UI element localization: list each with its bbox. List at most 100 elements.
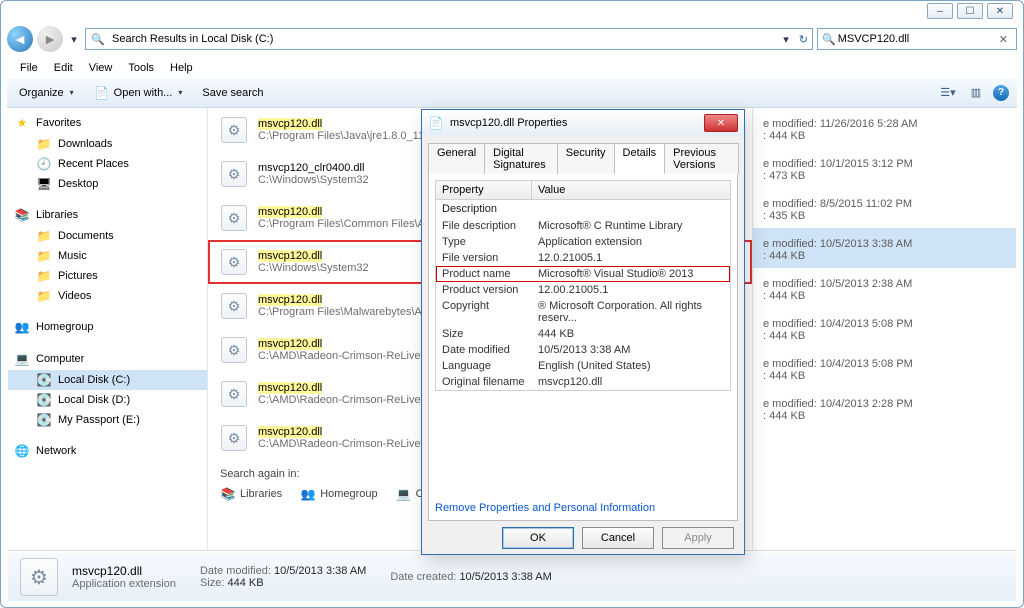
prop-row: File descriptionMicrosoft® C Runtime Lib…	[436, 218, 730, 234]
selected-filename: msvcp120.dll	[72, 564, 176, 578]
folder-icon: 📁	[36, 248, 52, 264]
sidebar-item-documents[interactable]: 📁Documents	[8, 226, 207, 246]
tab-digital-signatures[interactable]: Digital Signatures	[484, 143, 558, 174]
search-again-homegroup[interactable]: 👥Homegroup	[300, 486, 377, 502]
apply-button[interactable]: Apply	[662, 527, 734, 549]
search-again-libraries[interactable]: 📚Libraries	[220, 486, 282, 502]
folder-icon: 📁	[36, 228, 52, 244]
drive-icon: 💽	[36, 412, 52, 428]
open-with-button[interactable]: 📄Open with...	[90, 82, 191, 104]
result-filename: msvcp120.dll	[258, 338, 446, 350]
file-type-icon: ⚙	[218, 202, 250, 234]
view-mode-button[interactable]: ☰▾	[937, 83, 959, 103]
breadcrumb[interactable]: Search Results in Local Disk (C:)	[112, 33, 777, 45]
toolbar: Organize 📄Open with... Save search ☰▾ ▥ …	[7, 78, 1017, 108]
forward-button[interactable]: ►	[37, 26, 63, 52]
cancel-button[interactable]: Cancel	[582, 527, 654, 549]
selected-filetype: Application extension	[72, 578, 176, 590]
result-meta-block: e modified: 10/5/2013 2:38 AM : 444 KB	[753, 268, 1016, 308]
size-value: 444 KB	[228, 577, 264, 589]
dialog-titlebar[interactable]: 📄 msvcp120.dll Properties ✕	[422, 110, 744, 136]
menu-help[interactable]: Help	[163, 60, 200, 76]
save-search-button[interactable]: Save search	[198, 84, 271, 102]
file-type-icon: ⚙	[218, 158, 250, 190]
size-label: Size:	[200, 577, 224, 589]
result-meta-block: e modified: 10/1/2015 3:12 PM : 473 KB	[753, 148, 1016, 188]
col-header-value[interactable]: Value	[532, 181, 730, 199]
result-meta-block: e modified: 10/4/2013 2:28 PM : 444 KB	[753, 388, 1016, 428]
menu-view[interactable]: View	[82, 60, 120, 76]
file-icon: 📄	[428, 115, 444, 131]
menu-tools[interactable]: Tools	[121, 60, 161, 76]
sidebar-item-downloads[interactable]: 📁Downloads	[8, 134, 207, 154]
prop-row-product-name: Product nameMicrosoft® Visual Studio® 20…	[436, 266, 730, 282]
search-input[interactable]	[838, 33, 995, 45]
result-path: C:\Windows\System32	[258, 262, 369, 274]
help-button[interactable]: ?	[993, 85, 1009, 101]
back-button[interactable]: ◄	[7, 26, 33, 52]
star-icon: ★	[14, 115, 30, 131]
drive-icon: 💽	[36, 372, 52, 388]
refresh-icon[interactable]: ↻	[799, 33, 808, 46]
tab-previous-versions[interactable]: Previous Versions	[664, 143, 739, 174]
sidebar-item-videos[interactable]: 📁Videos	[8, 286, 207, 306]
sidebar-favorites-head[interactable]: ★Favorites	[8, 112, 207, 134]
result-path: C:\AMD\Radeon-Crimson-ReLive-17.1	[258, 438, 446, 450]
date-created-value: 10/5/2013 3:38 AM	[459, 571, 551, 583]
result-path: C:\AMD\Radeon-Crimson-ReLive-17.1	[258, 350, 446, 362]
prop-row: File version12.0.21005.1	[436, 250, 730, 266]
remove-properties-link[interactable]: Remove Properties and Personal Informati…	[435, 502, 731, 514]
sidebar-item-drive-e[interactable]: 💽My Passport (E:)	[8, 410, 207, 430]
organize-button[interactable]: Organize	[15, 84, 82, 102]
date-created-label: Date created:	[390, 571, 456, 583]
navigation-row: ◄ ► ▾ 🔍 Search Results in Local Disk (C:…	[7, 25, 1017, 53]
folder-icon: 📁	[36, 268, 52, 284]
sidebar-homegroup-head[interactable]: 👥Homegroup	[8, 316, 207, 338]
sidebar-libraries-head[interactable]: 📚Libraries	[8, 204, 207, 226]
menu-bar: File Edit View Tools Help	[7, 57, 1017, 78]
file-type-icon: ⚙	[218, 378, 250, 410]
sidebar-item-desktop[interactable]: 🖥Desktop	[8, 174, 207, 194]
sidebar-item-drive-c[interactable]: 💽Local Disk (C:)	[8, 370, 207, 390]
col-header-property[interactable]: Property	[436, 181, 532, 199]
sidebar-item-recent[interactable]: 🕘Recent Places	[8, 154, 207, 174]
tab-security[interactable]: Security	[557, 143, 615, 174]
tab-details[interactable]: Details	[614, 143, 666, 174]
ok-button[interactable]: OK	[502, 527, 574, 549]
search-box[interactable]: 🔍 ✕	[817, 28, 1017, 50]
homegroup-icon: 👥	[300, 486, 316, 502]
sidebar: ★Favorites 📁Downloads 🕘Recent Places 🖥De…	[8, 108, 208, 550]
sidebar-item-pictures[interactable]: 📁Pictures	[8, 266, 207, 286]
minimize-button[interactable]: –	[927, 3, 953, 19]
sidebar-item-drive-d[interactable]: 💽Local Disk (D:)	[8, 390, 207, 410]
menu-edit[interactable]: Edit	[47, 60, 80, 76]
result-path: C:\Program Files\Java\jre1.8.0_111\bin	[258, 130, 447, 142]
address-bar[interactable]: 🔍 Search Results in Local Disk (C:) ▾ ↻	[85, 28, 813, 50]
close-window-button[interactable]: ✕	[987, 3, 1013, 19]
result-meta-column: e modified: 11/26/2016 5:28 AM : 444 KB …	[752, 108, 1016, 550]
search-location-icon: 🔍	[90, 31, 106, 47]
sidebar-item-music[interactable]: 📁Music	[8, 246, 207, 266]
dialog-close-button[interactable]: ✕	[704, 114, 738, 132]
address-dropdown-icon[interactable]: ▾	[783, 33, 789, 46]
folder-icon: 📁	[36, 288, 52, 304]
category-description: Description	[436, 200, 730, 218]
maximize-button[interactable]: ☐	[957, 3, 983, 19]
desktop-icon: 🖥	[36, 176, 52, 192]
tab-general[interactable]: General	[428, 143, 485, 174]
details-bar: ⚙ msvcp120.dll Application extension Dat…	[8, 553, 1016, 601]
prop-row: Original filenamemsvcp120.dll	[436, 374, 730, 390]
file-type-icon: ⚙	[218, 422, 250, 454]
sidebar-computer-head[interactable]: 💻Computer	[8, 348, 207, 370]
result-filename: msvcp120.dll	[258, 294, 437, 306]
clear-search-button[interactable]: ✕	[995, 33, 1012, 46]
result-filename: msvcp120.dll	[258, 382, 446, 394]
preview-pane-button[interactable]: ▥	[965, 83, 987, 103]
history-dropdown[interactable]: ▾	[67, 32, 81, 46]
menu-file[interactable]: File	[13, 60, 45, 76]
drive-icon: 💽	[36, 392, 52, 408]
result-meta-block: e modified: 11/26/2016 5:28 AM : 444 KB	[753, 108, 1016, 148]
file-type-icon: ⚙	[20, 558, 58, 596]
recent-icon: 🕘	[36, 156, 52, 172]
sidebar-network-head[interactable]: 🌐Network	[8, 440, 207, 462]
